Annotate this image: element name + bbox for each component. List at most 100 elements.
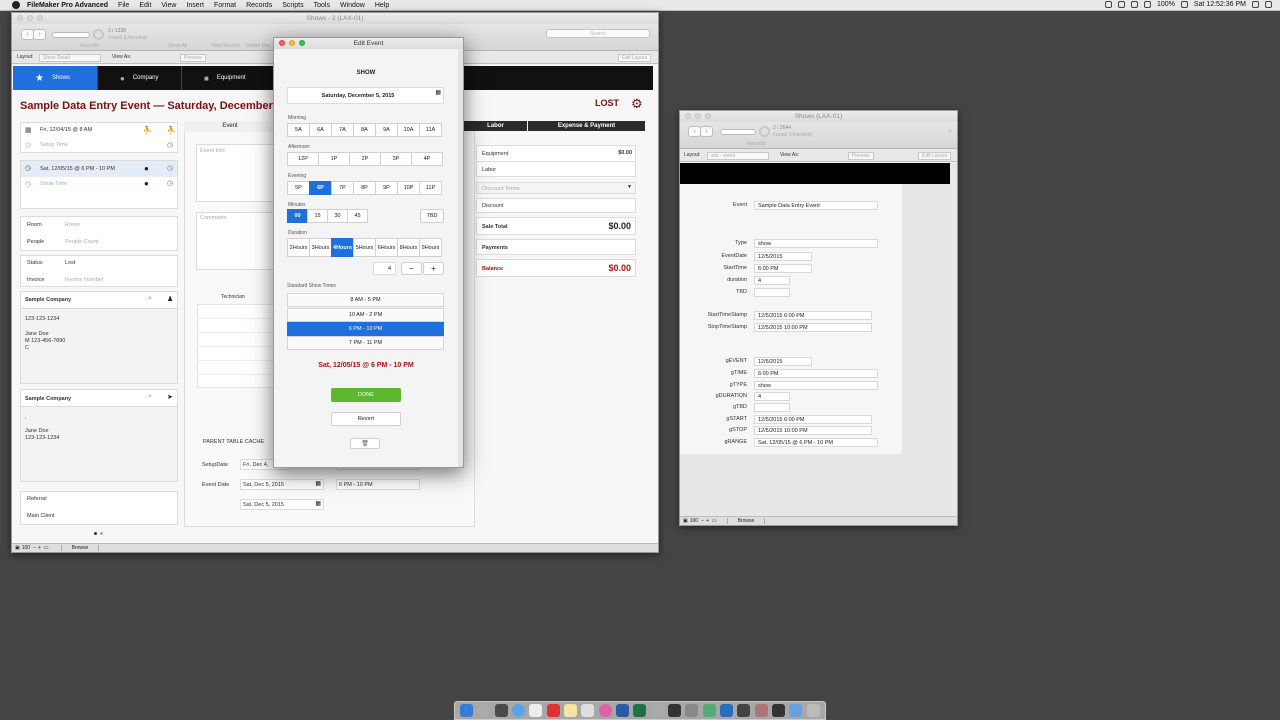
menu-records[interactable]: Records: [246, 2, 272, 9]
next-record-button[interactable]: ›: [700, 126, 713, 137]
calendar-app-icon[interactable]: [546, 704, 560, 717]
lock-icon[interactable]: ▣: [683, 518, 688, 524]
gear-icon[interactable]: ⚙: [631, 96, 643, 112]
edit-layout-button[interactable]: Edit Layout: [618, 54, 652, 62]
folder-icon[interactable]: [789, 704, 803, 717]
toggle-status-icon[interactable]: ▭: [44, 545, 49, 551]
calendar-icon[interactable]: ▦: [315, 480, 321, 487]
zoom-out-button[interactable]: −: [33, 545, 36, 551]
hour-5p[interactable]: 5P: [287, 181, 310, 195]
search-icon[interactable]: ⌕: [148, 295, 152, 303]
tbd-button[interactable]: TBD: [420, 209, 444, 223]
standard-time-row[interactable]: 8 AM - 5 PM: [287, 293, 444, 307]
minimize-button[interactable]: [289, 40, 295, 46]
preview-button[interactable]: Preview: [848, 152, 874, 160]
excel-icon[interactable]: [633, 704, 647, 717]
hour-2p[interactable]: 2P: [349, 152, 381, 166]
new-record-button[interactable]: New Record: [212, 43, 240, 49]
field-input[interactable]: 6:00 PM: [754, 264, 812, 273]
hour-6a[interactable]: 6A: [309, 123, 332, 137]
zoom-level[interactable]: 100: [22, 545, 30, 551]
record-dot-icon[interactable]: ●: [144, 179, 149, 188]
finder-icon[interactable]: [460, 704, 474, 717]
zoom-button[interactable]: [299, 40, 305, 46]
hour-3p[interactable]: 3P: [380, 152, 412, 166]
toggle-status-icon[interactable]: ▭: [712, 518, 717, 524]
discount-row[interactable]: Discount: [476, 198, 636, 213]
calendar-icon[interactable]: ▦: [435, 89, 441, 96]
duration-option[interactable]: 4 Hours: [331, 238, 354, 257]
standard-time-row[interactable]: 7 PM - 11 PM: [287, 336, 444, 350]
duration-option[interactable]: 8 Hours: [397, 238, 420, 257]
field-input[interactable]: 12/5/2015 10:00 PM: [754, 323, 872, 332]
show-all-button[interactable]: Show All: [168, 43, 187, 49]
volume-icon[interactable]: [1143, 1, 1151, 8]
standard-time-row[interactable]: 10 AM - 2 PM: [287, 308, 444, 322]
duration-minus-button[interactable]: −: [401, 262, 422, 275]
hour-5a[interactable]: 5A: [287, 123, 310, 137]
zoom-out-button[interactable]: −: [701, 518, 704, 524]
duration-plus-button[interactable]: +: [423, 262, 444, 275]
people-icon[interactable]: ⛹: [167, 126, 176, 134]
zoom-button[interactable]: [37, 15, 43, 21]
done-button[interactable]: DONE: [331, 388, 401, 402]
calendar-icon[interactable]: ▦: [315, 500, 321, 507]
zoom-level[interactable]: 100: [690, 518, 698, 524]
field-input[interactable]: 4: [754, 392, 790, 401]
apple-icon[interactable]: [12, 1, 20, 9]
date3-field[interactable]: Sat, Dec 5, 2015 ▦: [240, 499, 324, 510]
hour-11a[interactable]: 11A: [419, 123, 442, 137]
record-slider[interactable]: [720, 129, 756, 135]
main-window-titlebar[interactable]: Shows - 2 (LAX-01): [12, 13, 658, 24]
field-input[interactable]: 12/5/2015: [754, 357, 812, 366]
edit-layout-button[interactable]: Edit Layout: [918, 152, 952, 160]
field-input[interactable]: 12/5/2015 6:00 PM: [754, 311, 872, 320]
app-icon[interactable]: [650, 704, 664, 717]
nav-tab-company[interactable]: ● Company: [98, 66, 181, 90]
app-icon[interactable]: [529, 704, 543, 717]
clock-icon[interactable]: ◷: [167, 179, 173, 187]
mode-popup[interactable]: Browse: [726, 518, 766, 524]
field-input[interactable]: [754, 288, 790, 297]
menu-help[interactable]: Help: [375, 2, 389, 9]
hour-6p[interactable]: 6P: [309, 181, 332, 195]
zoom-button[interactable]: [705, 113, 711, 119]
location-arrow-icon[interactable]: ➤: [167, 393, 173, 401]
page-dot[interactable]: [94, 532, 97, 535]
wifi-icon[interactable]: [1130, 1, 1138, 8]
spotlight-icon[interactable]: [1252, 1, 1259, 8]
app-icon[interactable]: [772, 704, 786, 717]
technician-list[interactable]: [197, 304, 277, 388]
person-icon[interactable]: ♟: [167, 295, 173, 303]
eventtime-field[interactable]: 6 PM - 10 PM: [336, 479, 420, 490]
field-input[interactable]: show: [754, 239, 878, 248]
field-input[interactable]: 12/5/2015 6:00 PM: [754, 415, 872, 424]
duration-option[interactable]: 6 Hours: [375, 238, 398, 257]
comments-field[interactable]: Comments: [196, 212, 276, 270]
minute-15[interactable]: 15: [307, 209, 328, 223]
notes-icon[interactable]: [564, 704, 578, 717]
dialog-scrollbar[interactable]: [458, 49, 463, 467]
next-record-button[interactable]: ›: [33, 29, 46, 40]
duration-input[interactable]: 4: [373, 262, 396, 275]
hour-4p[interactable]: 4P: [411, 152, 443, 166]
people-count-field[interactable]: People Count: [65, 239, 98, 245]
nav-tab-shows[interactable]: ★ Shows: [13, 66, 97, 90]
zoom-in-button[interactable]: +: [706, 518, 709, 524]
hour-8p[interactable]: 8P: [353, 181, 376, 195]
main-client-field[interactable]: Main Client: [27, 513, 55, 519]
clock-icon[interactable]: ◷: [167, 141, 173, 149]
event-info-field[interactable]: Event Info: [196, 144, 276, 202]
search-input[interactable]: Search: [546, 29, 650, 38]
invoice-field[interactable]: Invoice Number: [65, 277, 104, 283]
hour-12p[interactable]: 12P: [287, 152, 319, 166]
duration-option[interactable]: 3 Hours: [309, 238, 332, 257]
terminal-icon[interactable]: [668, 704, 682, 717]
discount-terms-dropdown[interactable]: Discount Terms ▼: [476, 182, 636, 194]
field-input[interactable]: 4: [754, 276, 790, 285]
status-icon[interactable]: [1104, 1, 1112, 8]
show-date-value[interactable]: Sat, 12/05/15 @ 6 PM - 10 PM: [40, 166, 115, 172]
field-input[interactable]: show: [754, 381, 878, 390]
menubar-clock[interactable]: Sat 12:52:36 PM: [1194, 1, 1246, 8]
tab-expense-payment[interactable]: Expense & Payment: [528, 121, 645, 131]
